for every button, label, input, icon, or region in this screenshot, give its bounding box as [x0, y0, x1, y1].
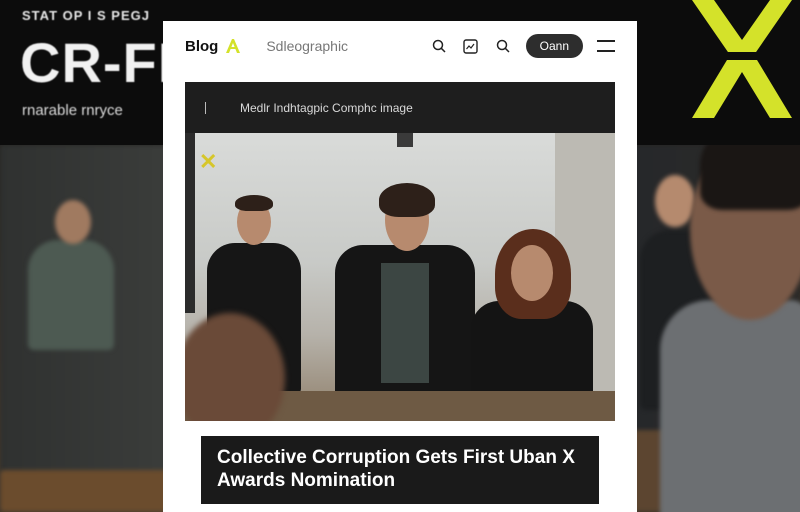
- blog-card: Blog Sdleographic Oann: [163, 21, 637, 512]
- bg-person-right-head: [655, 175, 695, 227]
- brand-logo-icon: [226, 39, 241, 53]
- menu-icon[interactable]: [597, 40, 615, 52]
- search-icon[interactable]: [430, 37, 448, 55]
- bg-banner-small-text: STAT OP I S PEGJ: [22, 8, 150, 23]
- bg-table-left: [0, 470, 170, 512]
- search-icon[interactable]: [494, 37, 512, 55]
- top-nav: Blog Sdleographic Oann: [163, 21, 637, 71]
- bg-banner-title: CR-FI: [20, 31, 175, 94]
- bg-banner-subtitle: rnarable rnryce: [22, 102, 123, 119]
- bg-person-left: [28, 240, 114, 350]
- screen: STAT OP I S PEGJ CR-FI rnarable rnryce B…: [0, 0, 800, 512]
- nav-actions: Oann: [430, 34, 615, 58]
- nav-link-sdleographic[interactable]: Sdleographic: [266, 38, 348, 54]
- account-button[interactable]: Oann: [525, 34, 583, 58]
- image-icon[interactable]: [462, 37, 480, 55]
- x-logo-icon: [692, 0, 792, 118]
- bg-person-foreground: [660, 300, 800, 512]
- bg-person-left-head: [55, 200, 91, 244]
- brand-name[interactable]: Blog: [185, 38, 218, 55]
